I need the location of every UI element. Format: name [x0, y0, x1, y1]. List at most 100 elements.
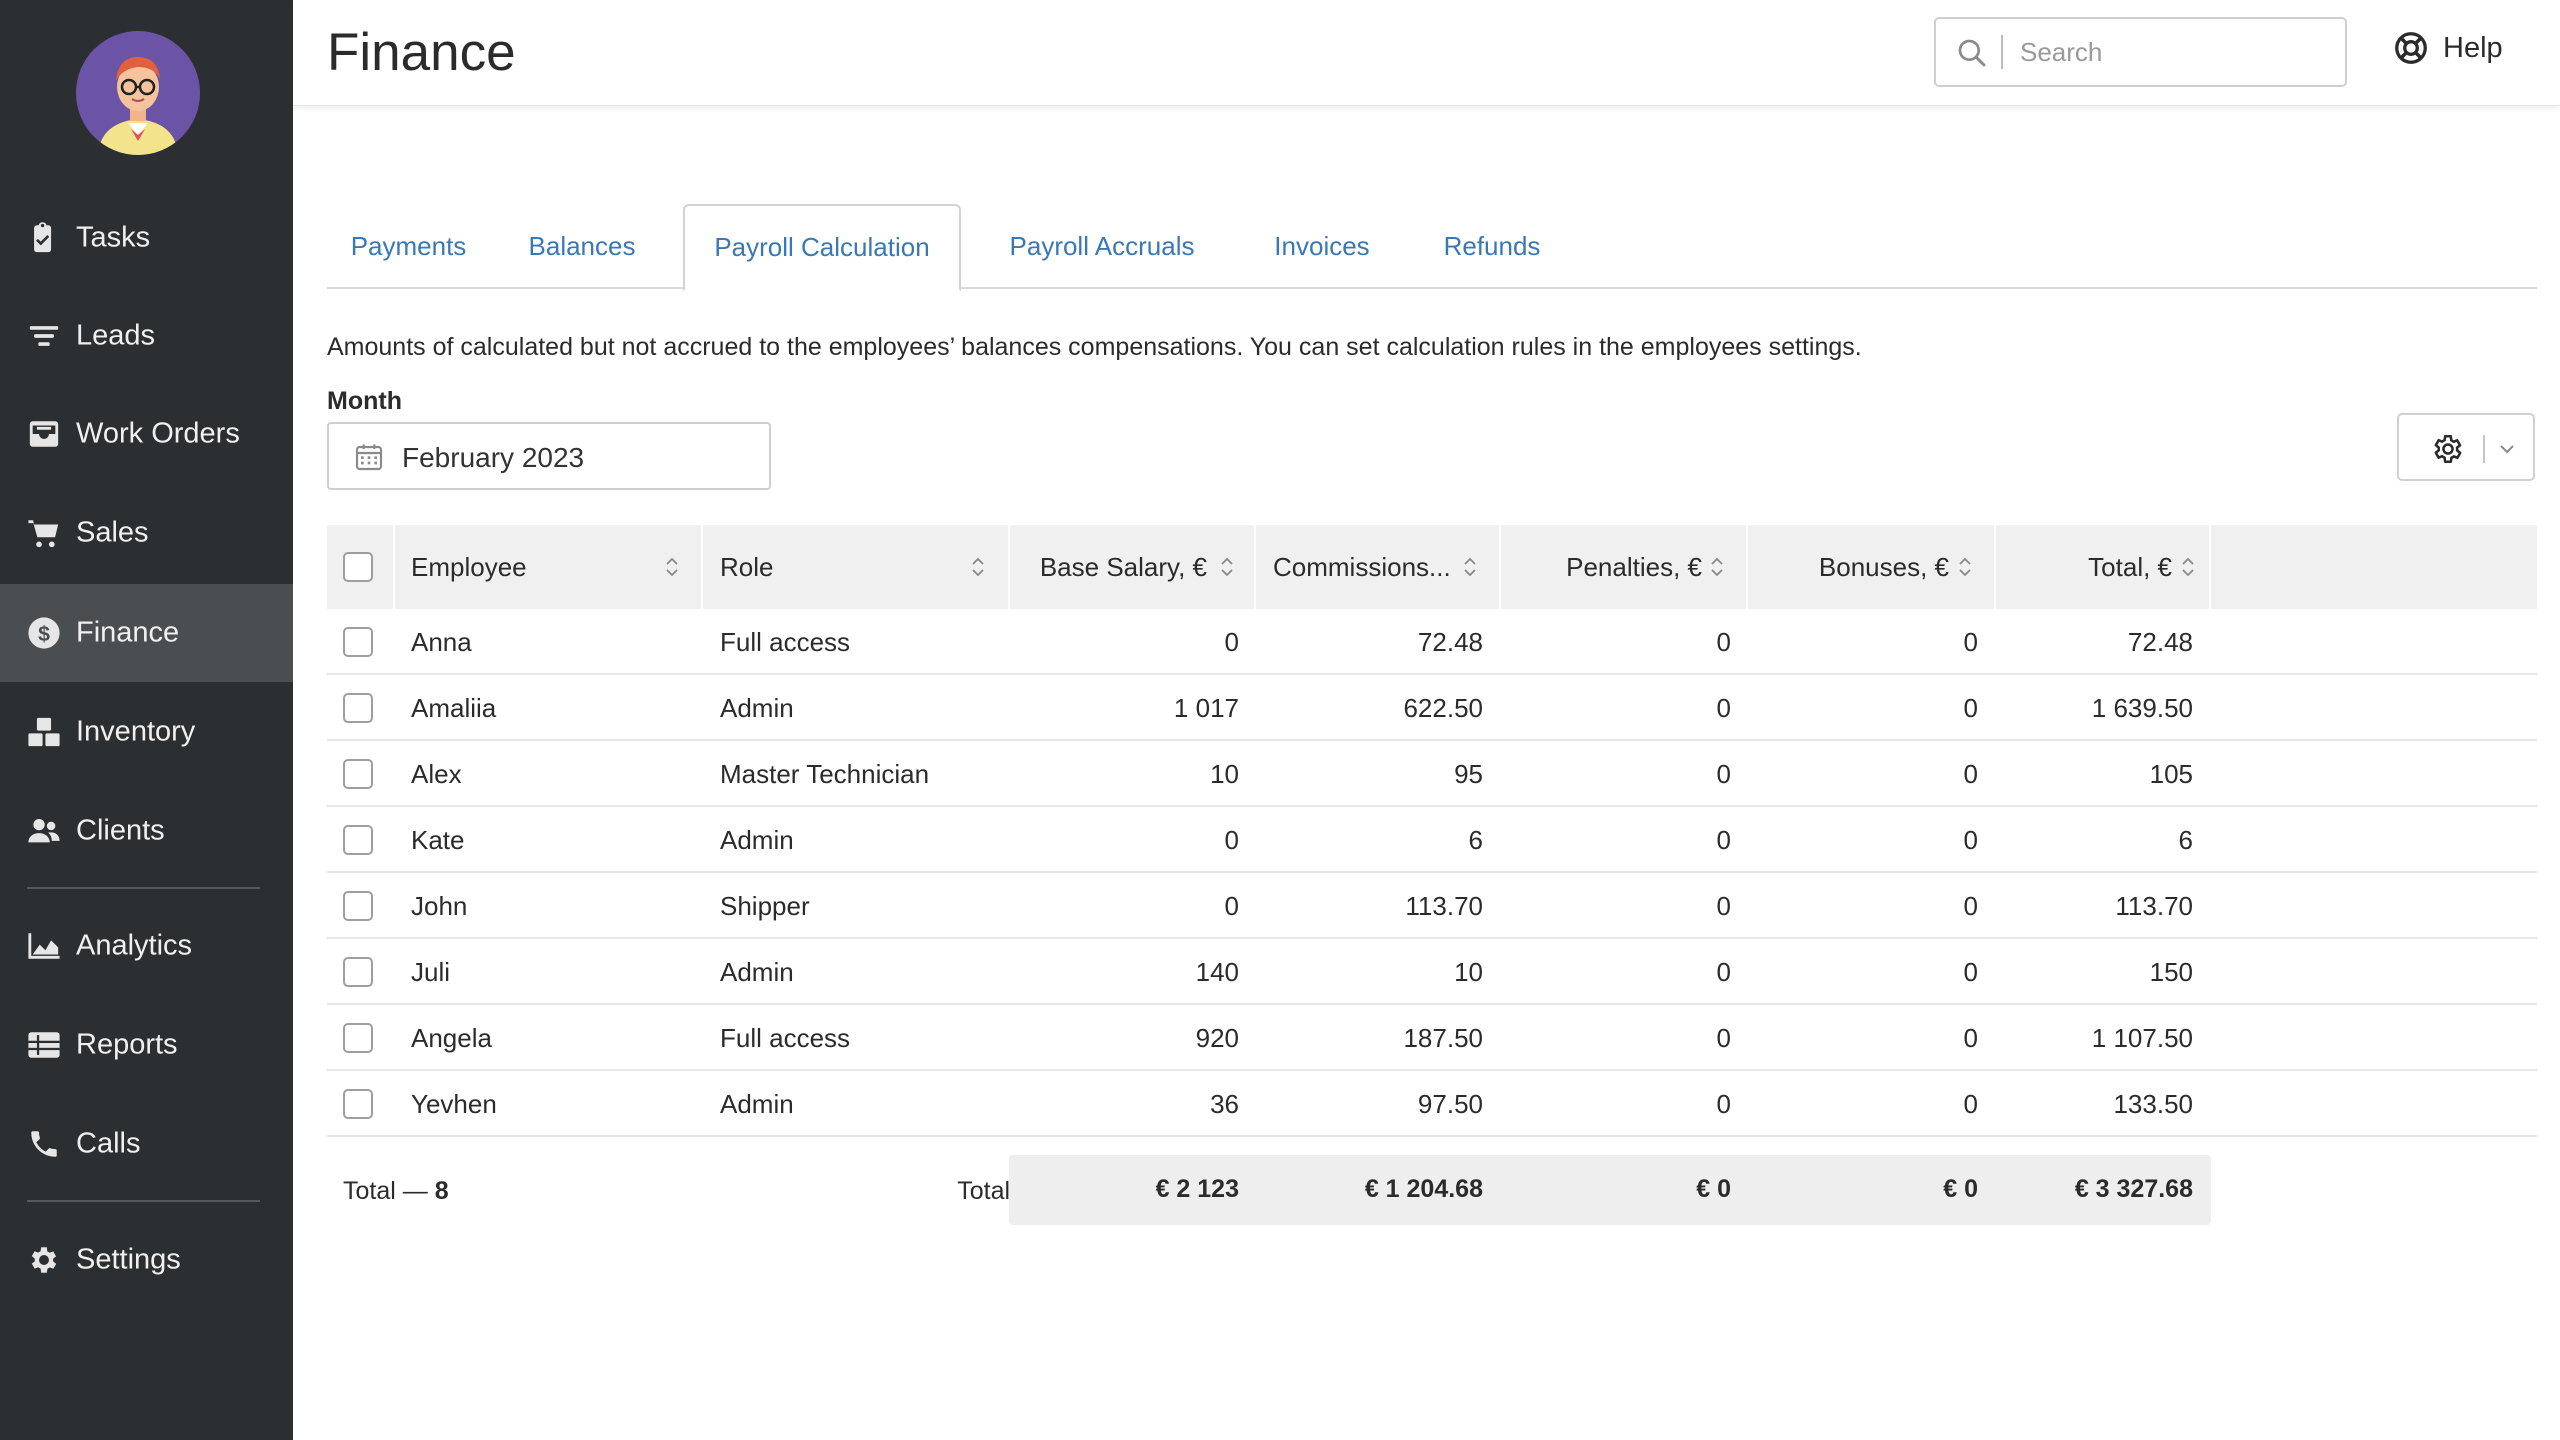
- row-checkbox[interactable]: [343, 891, 373, 921]
- sidebar-item-label: Settings: [76, 1243, 181, 1276]
- column-header-bonuses[interactable]: Bonuses, €: [1759, 525, 1949, 609]
- row-checkbox[interactable]: [343, 693, 373, 723]
- help-button[interactable]: Help: [2393, 30, 2503, 66]
- help-label: Help: [2443, 31, 2503, 64]
- cell-penalties: 0: [1716, 626, 1731, 657]
- cell-penalties: 0: [1716, 1022, 1731, 1053]
- column-divider: [1254, 525, 1256, 609]
- column-divider: [2209, 525, 2211, 609]
- sort-icon[interactable]: [1958, 556, 1972, 578]
- cell-penalties: 0: [1716, 692, 1731, 723]
- cell-role: Master Technician: [720, 758, 930, 789]
- users-icon: [27, 814, 61, 848]
- row-checkbox[interactable]: [343, 759, 373, 789]
- cell-role: Admin: [720, 956, 794, 987]
- row-checkbox[interactable]: [343, 627, 373, 657]
- avatar-illustration-icon: [76, 31, 200, 155]
- sidebar-item-label: Calls: [76, 1127, 141, 1160]
- sidebar-item-label: Finance: [76, 616, 180, 649]
- sidebar-item-sales[interactable]: Sales: [0, 484, 293, 582]
- sort-icon[interactable]: [971, 556, 985, 578]
- cell-bonuses: 0: [1963, 1088, 1978, 1119]
- sidebar-item-inventory[interactable]: Inventory: [0, 683, 293, 781]
- cell-commissions: 72.48: [1417, 626, 1483, 657]
- table-row[interactable]: Alex Master Technician 10 95 0 0 105: [327, 741, 2537, 807]
- row-checkbox[interactable]: [343, 957, 373, 987]
- cell-base-salary: 0: [1224, 890, 1239, 921]
- row-checkbox[interactable]: [343, 825, 373, 855]
- search-input[interactable]: [2020, 29, 2330, 75]
- cell-penalties: 0: [1716, 1088, 1731, 1119]
- sidebar-item-label: Work Orders: [76, 417, 240, 450]
- tab-invoices[interactable]: Invoices: [1244, 204, 1400, 289]
- column-header-total[interactable]: Total, €: [2017, 525, 2172, 609]
- tab-refunds[interactable]: Refunds: [1414, 204, 1570, 289]
- search-box[interactable]: [1934, 17, 2347, 87]
- table-row[interactable]: Amaliia Admin 1 017 622.50 0 0 1 639.50: [327, 675, 2537, 741]
- cell-total: 6: [2178, 824, 2193, 855]
- row-checkbox[interactable]: [343, 1089, 373, 1119]
- cell-bonuses: 0: [1963, 758, 1978, 789]
- column-header-role[interactable]: Role: [720, 525, 980, 609]
- sidebar-item-reports[interactable]: Reports: [0, 996, 293, 1094]
- column-divider: [701, 525, 703, 609]
- sidebar-item-work-orders[interactable]: Work Orders: [0, 385, 293, 483]
- table-row[interactable]: Yevhen Admin 36 97.50 0 0 133.50: [327, 1071, 2537, 1137]
- select-all-checkbox[interactable]: [343, 552, 373, 582]
- table-row[interactable]: John Shipper 0 113.70 0 0 113.70: [327, 873, 2537, 939]
- month-picker[interactable]: February 2023: [327, 422, 771, 490]
- sidebar-item-leads[interactable]: Leads: [0, 287, 293, 385]
- sidebar-item-clients[interactable]: Clients: [0, 782, 293, 880]
- tab-payments[interactable]: Payments: [327, 204, 490, 289]
- table-settings-button[interactable]: [2397, 413, 2535, 481]
- cell-total: 150: [2149, 956, 2193, 987]
- column-header-label: Total, €: [2088, 551, 2172, 582]
- sidebar-item-analytics[interactable]: Analytics: [0, 897, 293, 995]
- sidebar-item-label: Clients: [76, 814, 165, 847]
- column-header-penalties[interactable]: Penalties, €: [1512, 525, 1702, 609]
- sort-icon[interactable]: [2181, 556, 2195, 578]
- table-row[interactable]: Kate Admin 0 6 0 0 6: [327, 807, 2537, 873]
- cell-employee: Alex: [411, 758, 462, 789]
- column-header-commissions[interactable]: Commissions...: [1273, 525, 1463, 609]
- column-header-employee[interactable]: Employee: [411, 525, 671, 609]
- sort-icon[interactable]: [1710, 556, 1724, 578]
- cell-employee: Amaliia: [411, 692, 497, 723]
- cell-bonuses: 0: [1963, 956, 1978, 987]
- svg-text:$: $: [38, 622, 50, 646]
- sort-icon[interactable]: [1463, 556, 1477, 578]
- cell-base-salary: 36: [1210, 1088, 1239, 1119]
- page-description: Amounts of calculated but not accrued to…: [327, 333, 1862, 361]
- sidebar-item-settings[interactable]: Settings: [0, 1211, 293, 1309]
- table-row[interactable]: Juli Admin 140 10 0 0 150: [327, 939, 2537, 1005]
- cell-penalties: 0: [1716, 956, 1731, 987]
- sidebar-item-calls[interactable]: Calls: [0, 1095, 293, 1193]
- cell-total: 113.70: [2115, 890, 2193, 921]
- total-commissions: € 1 204.68: [1364, 1175, 1483, 1203]
- total-total: € 3 327.68: [2074, 1175, 2193, 1203]
- page-title: Finance: [327, 23, 516, 82]
- tab-balances[interactable]: Balances: [504, 204, 660, 289]
- cell-penalties: 0: [1716, 758, 1731, 789]
- tab-payroll-accruals[interactable]: Payroll Accruals: [975, 204, 1229, 289]
- table-row[interactable]: Anna Full access 0 72.48 0 0 72.48: [327, 609, 2537, 675]
- tab-payroll-calculation[interactable]: Payroll Calculation: [683, 204, 961, 291]
- list-icon: [27, 1028, 61, 1062]
- column-divider: [1499, 525, 1501, 609]
- settings-divider: [2483, 435, 2485, 463]
- chart-area-icon: [27, 929, 61, 963]
- sidebar-item-tasks[interactable]: Tasks: [0, 189, 293, 287]
- cell-base-salary: 0: [1224, 626, 1239, 657]
- column-header-base-salary[interactable]: Base Salary, €: [1017, 525, 1207, 609]
- sort-icon[interactable]: [665, 556, 679, 578]
- cell-commissions: 95: [1454, 758, 1483, 789]
- row-checkbox[interactable]: [343, 1023, 373, 1053]
- table-row[interactable]: Angela Full access 920 187.50 0 0 1 107.…: [327, 1005, 2537, 1071]
- cell-commissions: 113.70: [1405, 890, 1483, 921]
- cell-total: 1 107.50: [2091, 1022, 2193, 1053]
- boxes-icon: [27, 715, 61, 749]
- sidebar-item-finance[interactable]: $ Finance: [0, 584, 293, 682]
- column-header-label: Penalties, €: [1566, 551, 1702, 582]
- sort-icon[interactable]: [1220, 556, 1234, 578]
- avatar[interactable]: [76, 31, 200, 155]
